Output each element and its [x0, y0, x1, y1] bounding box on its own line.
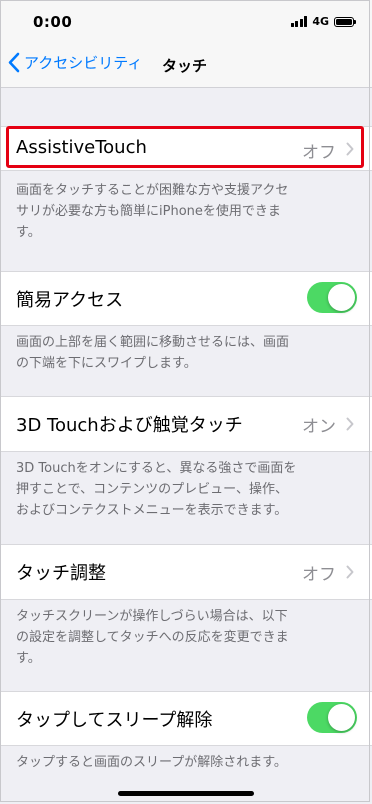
row-label: 3D Touchおよび触覚タッチ: [16, 415, 243, 436]
reachability-description: 画面の上部を届く範囲に移動させるには、画面 の下端を下にスワイプします。: [16, 332, 361, 374]
chevron-right-icon: [346, 142, 354, 156]
home-indicator[interactable]: [118, 791, 254, 796]
footer-line: タップすると画面のスリープが解除されます。: [16, 755, 287, 770]
touch-accommodations-row[interactable]: タッチ調整 オフ: [0, 544, 372, 600]
back-button[interactable]: アクセシビリティ: [8, 52, 142, 73]
chevron-left-icon: [8, 52, 20, 73]
footer-line: 画面をタッチすることが困難な方や支援アクセ: [16, 183, 289, 198]
row-value: オフ: [302, 565, 336, 585]
footer-line: す。: [16, 651, 41, 666]
3d-touch-row[interactable]: 3D Touchおよび触覚タッチ オン: [0, 396, 372, 452]
row-value: オフ: [302, 143, 336, 163]
assistivetouch-description: 画面をタッチすることが困難な方や支援アクセ サリが必要な方も簡単にiPhoneを…: [16, 180, 361, 243]
navigation-bar: アクセシビリティ タッチ: [0, 44, 372, 88]
page-title: タッチ: [162, 57, 208, 75]
footer-line: 3D Touchをオンにすると、異なる強さで画面を: [16, 461, 297, 476]
row-label: 簡易アクセス: [16, 290, 124, 311]
reachability-toggle[interactable]: [307, 282, 357, 313]
toggle-knob: [328, 284, 355, 311]
status-indicators: 4G: [290, 15, 356, 28]
row-label: タッチ調整: [16, 563, 106, 584]
tap-to-wake-row: タップしてスリープ解除: [0, 691, 372, 746]
back-label: アクセシビリティ: [24, 54, 143, 72]
touch-accommodations-description: タッチスクリーンが操作しづらい場合は、以下 の設定を調整してタッチへの反応を変更…: [16, 606, 361, 669]
chevron-right-icon: [346, 417, 354, 431]
status-time: 0:00: [33, 13, 73, 31]
footer-line: タッチスクリーンが操作しづらい場合は、以下: [16, 609, 288, 624]
footer-line: 押すことで、コンテンツのプレビュー、操作、: [16, 482, 288, 497]
footer-line: サリが必要な方も簡単にiPhoneを使用できま: [16, 204, 281, 219]
row-label: AssistiveTouch: [16, 137, 147, 158]
status-bar: 0:00 4G: [0, 0, 372, 44]
row-value: オン: [302, 417, 336, 437]
footer-line: の下端を下にスワイプします。: [16, 356, 197, 371]
footer-line: 画面の上部を届く範囲に移動させるには、画面: [16, 335, 290, 350]
assistivetouch-row[interactable]: AssistiveTouch オフ: [0, 126, 372, 171]
row-label: タップしてスリープ解除: [16, 710, 213, 731]
reachability-row: 簡易アクセス: [0, 271, 372, 326]
signal-icon: [290, 16, 308, 27]
footer-line: およびコンテクストメニューを表示できます。: [16, 503, 288, 518]
battery-icon: [334, 16, 356, 27]
tap-to-wake-description: タップすると画面のスリープが解除されます。: [16, 752, 361, 773]
tap-to-wake-toggle[interactable]: [307, 702, 357, 733]
footer-line: す。: [16, 225, 41, 240]
3d-touch-description: 3D Touchをオンにすると、異なる強さで画面を 押すことで、コンテンツのプレ…: [16, 458, 361, 521]
toggle-knob: [328, 704, 355, 731]
network-type: 4G: [312, 15, 329, 28]
chevron-right-icon: [346, 565, 354, 579]
footer-line: の設定を調整してタッチへの反応を変更できま: [16, 630, 289, 645]
